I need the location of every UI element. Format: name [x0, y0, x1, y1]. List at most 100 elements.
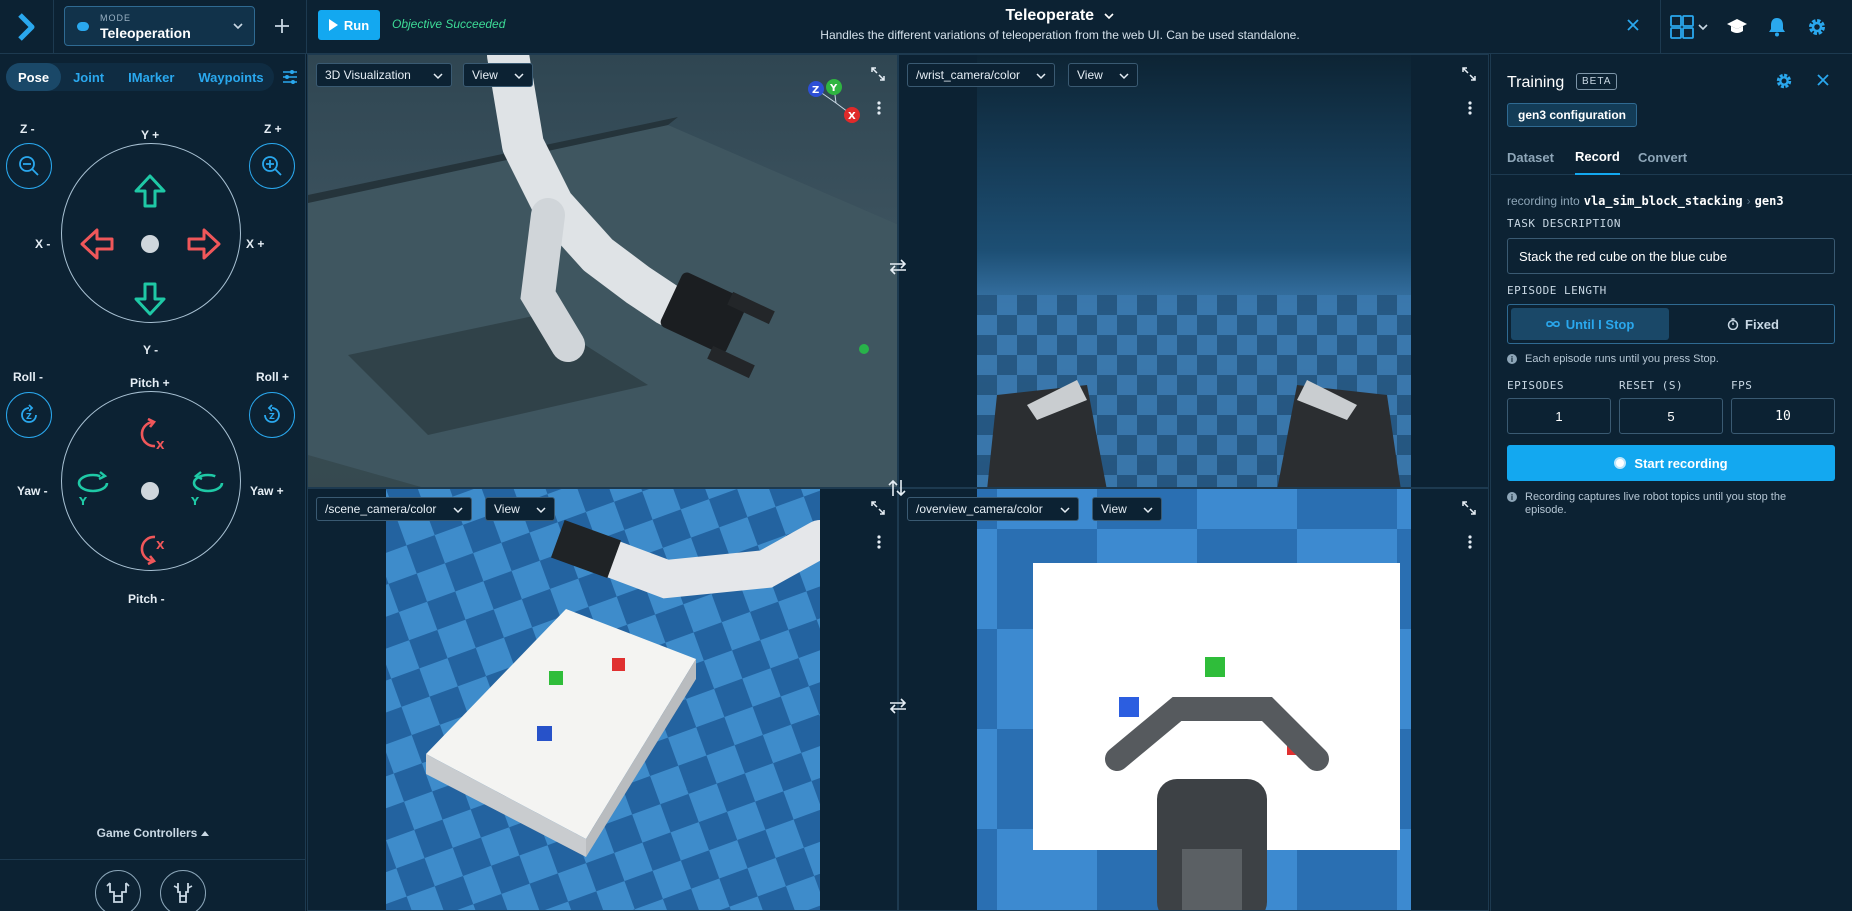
info-icon: i — [1507, 492, 1517, 502]
viewport-topic-select[interactable]: /scene_camera/color — [316, 497, 472, 521]
gripper-open-button[interactable] — [95, 870, 141, 911]
fixed-option[interactable]: Fixed — [1674, 308, 1832, 340]
fps-input[interactable]: 10 — [1731, 398, 1835, 434]
training-panel: Training BETA gen3 configuration Dataset… — [1490, 54, 1852, 911]
layout-button[interactable] — [1661, 0, 1717, 54]
arrow-left-icon[interactable] — [80, 228, 114, 260]
tab-waypoints[interactable]: Waypoints — [186, 63, 275, 91]
game-controllers-toggle[interactable]: Game Controllers — [0, 826, 306, 840]
episodes-input[interactable]: 1 — [1507, 398, 1611, 434]
viewport-3d-visualization[interactable]: 3D Visualization View Z Y X — [307, 54, 898, 488]
arrow-right-icon[interactable] — [187, 228, 221, 260]
config-chip[interactable]: gen3 configuration — [1507, 103, 1637, 127]
mode-label: MODE — [100, 13, 131, 23]
x-minus-label: X - — [35, 237, 51, 251]
pitch-plus-rotate-icon[interactable]: X — [133, 418, 169, 454]
close-objective-button[interactable] — [1620, 12, 1646, 38]
run-label: Run — [343, 17, 370, 33]
expand-icon[interactable] — [1462, 501, 1476, 515]
game-controllers-label: Game Controllers — [96, 826, 198, 840]
swap-horizontal-top-button[interactable] — [888, 258, 908, 281]
z-minus-button[interactable] — [6, 143, 52, 189]
chevron-down-icon — [453, 507, 463, 514]
episode-length-toggle: Until I Stop Fixed — [1507, 304, 1835, 344]
task-description-input[interactable]: Stack the red cube on the blue cube — [1507, 238, 1835, 274]
training-settings-button[interactable] — [1775, 72, 1793, 93]
plus-icon — [275, 19, 289, 33]
recording-into-label: recording into — [1507, 194, 1580, 208]
episode-info-text: Each episode runs until you press Stop. — [1525, 353, 1719, 365]
task-description-label: TASK DESCRIPTION — [1507, 217, 1621, 230]
more-vertical-icon[interactable] — [877, 535, 881, 549]
tab-dataset[interactable]: Dataset — [1507, 139, 1554, 175]
tab-record[interactable]: Record — [1575, 139, 1620, 175]
reset-input[interactable]: 5 — [1619, 398, 1723, 434]
arrow-down-icon[interactable] — [134, 282, 166, 316]
viewport-overview-camera[interactable]: /overview_camera/color View — [898, 488, 1489, 911]
gizmo-z-label: Z — [812, 85, 819, 96]
swap-horizontal-bottom-button[interactable] — [888, 697, 908, 720]
arrow-up-icon[interactable] — [134, 174, 166, 208]
teleop-tabs: Pose Joint IMarker Waypoints — [6, 63, 274, 91]
start-recording-button[interactable]: Start recording — [1507, 445, 1835, 481]
until-stop-option[interactable]: Until I Stop — [1511, 308, 1669, 340]
viewport-topic-select[interactable]: /wrist_camera/color — [907, 63, 1055, 87]
close-icon — [1627, 19, 1639, 31]
viewport-view-select[interactable]: View — [1068, 63, 1138, 87]
expand-icon[interactable] — [1462, 67, 1476, 81]
gripper-close-icon — [173, 883, 193, 903]
roll-plus-button[interactable]: Z — [249, 392, 295, 438]
expand-icon[interactable] — [871, 501, 885, 515]
tab-convert[interactable]: Convert — [1638, 139, 1687, 175]
viewport-view-select[interactable]: View — [1092, 497, 1162, 521]
expand-icon[interactable] — [871, 67, 885, 81]
viewport-topic-select[interactable]: 3D Visualization — [316, 63, 452, 87]
sliders-icon — [283, 70, 297, 84]
training-button[interactable] — [1717, 0, 1757, 54]
viewport-view-select[interactable]: View — [485, 497, 555, 521]
more-vertical-icon[interactable] — [1468, 101, 1472, 115]
more-vertical-icon[interactable] — [1468, 535, 1472, 549]
notifications-button[interactable] — [1757, 0, 1797, 54]
z-plus-button[interactable] — [249, 143, 295, 189]
viewport-topic-label: 3D Visualization — [325, 68, 411, 82]
yaw-plus-label: Yaw + — [250, 484, 284, 498]
axis-gizmo[interactable]: Z Y X — [806, 75, 862, 131]
yaw-plus-rotate-icon[interactable]: Y — [189, 470, 225, 510]
gizmo-x-label: X — [848, 111, 856, 122]
teleop-settings-button[interactable] — [282, 69, 298, 88]
view-label: View — [1101, 502, 1127, 516]
run-button[interactable]: Run — [318, 10, 380, 40]
viewport-wrist-camera[interactable]: /wrist_camera/color View — [898, 54, 1489, 488]
more-vertical-icon[interactable] — [877, 101, 881, 115]
viewport-topic-select[interactable]: /overview_camera/color — [907, 497, 1079, 521]
yaw-minus-rotate-icon[interactable]: Y — [76, 470, 112, 510]
gripper-close-button[interactable] — [160, 870, 206, 911]
swap-vertical-button[interactable] — [888, 478, 906, 504]
close-panel-button[interactable] — [1816, 70, 1830, 93]
chevron-down-icon — [1060, 507, 1070, 514]
record-icon — [1614, 457, 1627, 469]
add-tab-button[interactable] — [266, 10, 298, 42]
info-icon: i — [1507, 354, 1517, 364]
viewport-view-select[interactable]: View — [463, 63, 533, 87]
tab-pose[interactable]: Pose — [6, 63, 62, 91]
tab-joint[interactable]: Joint — [61, 63, 116, 91]
swap-horizontal-icon — [889, 698, 907, 714]
x-plus-label: X + — [246, 237, 265, 251]
viewport-scene-camera[interactable]: /scene_camera/color View — [307, 488, 898, 911]
rotation-center-dot[interactable] — [141, 482, 159, 500]
tab-imarker[interactable]: IMarker — [116, 63, 186, 91]
settings-button[interactable] — [1797, 0, 1837, 54]
mode-select[interactable]: MODE Teleoperation — [64, 6, 255, 46]
objective-title[interactable]: Teleoperate — [900, 7, 1220, 25]
swap-horizontal-icon — [889, 259, 907, 275]
fps-value: 10 — [1775, 408, 1791, 424]
pitch-minus-rotate-icon[interactable]: X — [133, 529, 169, 565]
logo-chevron-icon — [17, 13, 34, 41]
app-logo[interactable] — [0, 0, 54, 54]
roll-minus-button[interactable]: Z — [6, 392, 52, 438]
translation-center-dot[interactable] — [141, 235, 159, 253]
dataset-separator: › — [1746, 194, 1751, 208]
z-plus-label: Z + — [264, 122, 282, 136]
